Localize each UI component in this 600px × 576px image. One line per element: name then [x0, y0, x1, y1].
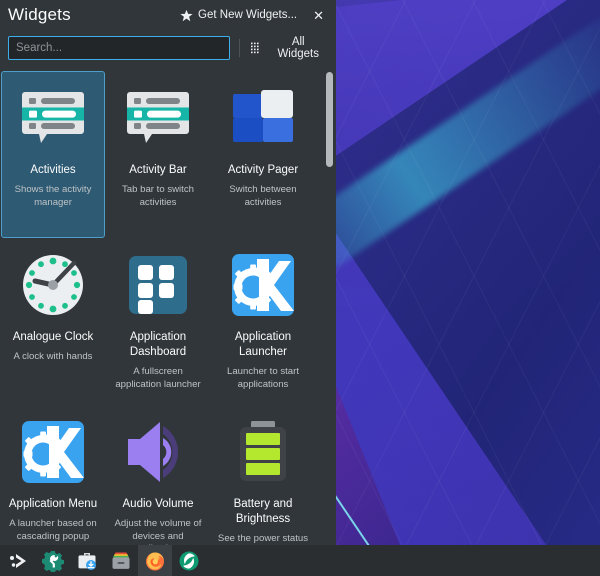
widget-description: A clock with hands	[10, 351, 97, 364]
taskbar-item-plasma-launcher[interactable]	[2, 545, 36, 576]
application-dashboard-icon	[122, 249, 194, 321]
plasma-logo-icon	[8, 550, 30, 572]
analogue-clock-icon	[17, 249, 89, 321]
grid-list-icon	[251, 42, 263, 54]
widget-card[interactable]: Activities Shows the activity manager	[1, 71, 105, 238]
page-title: Widgets	[8, 5, 71, 25]
widget-description: Switch between activities	[213, 184, 313, 209]
widget-name: Activity Bar	[126, 163, 190, 178]
gear-wrench-icon	[42, 550, 64, 572]
scrollbar-thumb[interactable]	[326, 72, 333, 167]
widget-description: Tab bar to switch activities	[108, 184, 208, 209]
taskbar-item-screenshot-tool[interactable]	[172, 545, 206, 576]
widget-name: Analogue Clock	[10, 330, 97, 345]
widget-name: Activity Pager	[225, 163, 301, 178]
taskbar-item-firefox[interactable]	[138, 545, 172, 576]
taskbar-item-system-settings[interactable]	[36, 545, 70, 576]
widget-card[interactable]: Activity Pager Switch between activities	[211, 71, 315, 238]
widgets-panel: Widgets Get New Widgets... ✕	[0, 0, 336, 545]
widget-name: Application Menu	[6, 497, 100, 512]
widget-card[interactable]: Analogue Clock A clock with hands	[1, 238, 105, 405]
header-actions: Get New Widgets... ✕	[178, 7, 328, 24]
widget-name: Audio Volume	[120, 497, 197, 512]
widget-name: Battery and Brightness	[213, 497, 313, 527]
battery-icon	[227, 416, 299, 488]
all-widgets-label: All Widgets	[270, 36, 326, 60]
shutter-icon	[178, 550, 200, 572]
firefox-icon	[144, 550, 166, 572]
audio-volume-icon	[122, 416, 194, 488]
kde-logo-icon	[227, 249, 299, 321]
file-drawer-icon	[110, 550, 132, 572]
widgets-scroll-area[interactable]: Activities Shows the activity manager Act…	[0, 70, 336, 549]
widget-name: Application Dashboard	[108, 330, 208, 360]
all-widgets-button[interactable]: All Widgets	[249, 34, 328, 62]
widget-card[interactable]: Application Dashboard A fullscreen applic…	[106, 238, 210, 405]
widget-card[interactable]: Application MenuA launcher based on casc…	[1, 405, 105, 549]
star-icon	[180, 9, 193, 22]
widget-name: Application Launcher	[213, 330, 313, 360]
widget-card[interactable]: Application Launcher Launcher to start ap…	[211, 238, 315, 405]
activity-pager-icon	[227, 82, 299, 154]
panel-header: Widgets Get New Widgets... ✕	[0, 0, 336, 30]
get-new-widgets-label: Get New Widgets...	[198, 9, 297, 21]
widget-card[interactable]: Battery and BrightnessSee the power stat…	[211, 405, 315, 549]
kde-logo-icon	[17, 416, 89, 488]
toolbar-separator	[239, 39, 240, 57]
screen: Widgets Get New Widgets... ✕	[0, 0, 600, 576]
search-row: All Widgets	[0, 30, 336, 70]
widgets-grid: Activities Shows the activity manager Act…	[0, 70, 336, 549]
search-input[interactable]	[8, 36, 230, 60]
close-button[interactable]: ✕	[309, 7, 328, 24]
widget-name: Activities	[27, 163, 78, 178]
widget-card[interactable]: Activity Bar Tab bar to switch activities	[106, 71, 210, 238]
widget-description: Shows the activity manager	[3, 184, 103, 209]
activity-bar-icon	[122, 82, 194, 154]
taskbar-item-file-manager[interactable]	[104, 545, 138, 576]
get-new-widgets-button[interactable]: Get New Widgets...	[178, 7, 299, 24]
taskbar-item-discover[interactable]	[70, 545, 104, 576]
scrollbar[interactable]	[326, 72, 333, 546]
widget-card[interactable]: Audio VolumeAdjust the volume of devices…	[106, 405, 210, 549]
taskbar	[0, 545, 600, 576]
widget-description: Launcher to start applications	[213, 366, 313, 391]
briefcase-download-icon	[76, 550, 98, 572]
activities-icon	[17, 82, 89, 154]
widget-description: A fullscreen application launcher	[108, 366, 208, 391]
